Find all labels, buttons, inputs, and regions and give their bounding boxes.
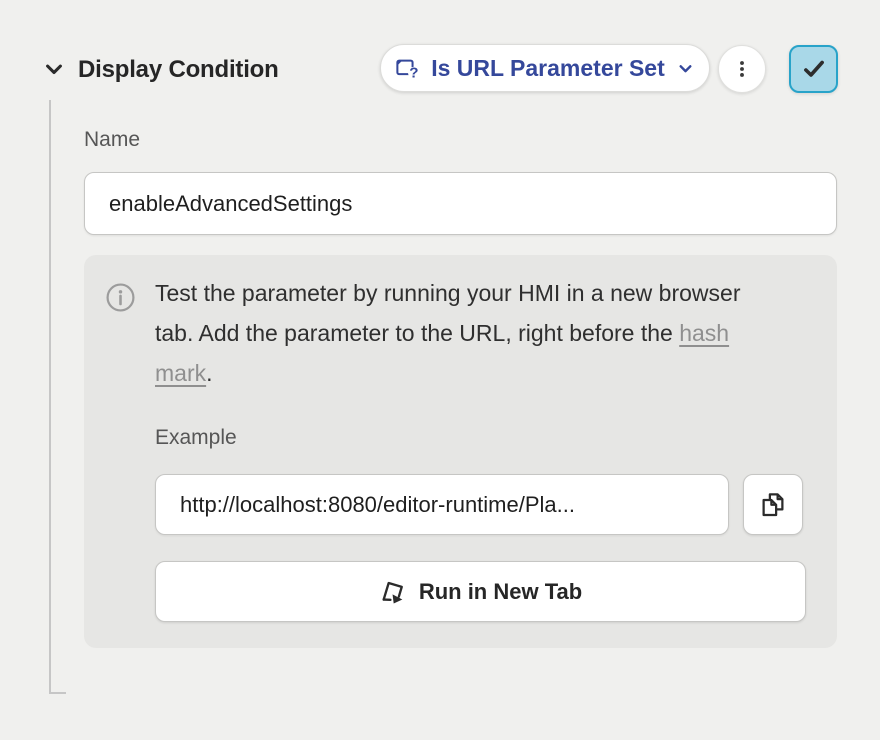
condition-type-label: Is URL Parameter Set xyxy=(431,55,665,82)
kebab-menu-icon xyxy=(731,58,753,80)
run-button-label: Run in New Tab xyxy=(419,579,582,605)
svg-text:?: ? xyxy=(410,64,419,81)
chevron-down-icon xyxy=(675,58,696,79)
info-icon xyxy=(105,282,136,313)
condition-type-dropdown[interactable]: ? Is URL Parameter Set xyxy=(380,44,710,92)
run-icon xyxy=(379,578,407,606)
info-text: Test the parameter by running your HMI i… xyxy=(155,273,771,393)
example-url-input[interactable] xyxy=(155,474,729,535)
example-label: Example xyxy=(155,425,237,451)
checkmark-icon xyxy=(799,54,829,84)
url-parameter-icon: ? xyxy=(394,55,421,82)
copy-icon xyxy=(758,490,788,520)
run-in-new-tab-button[interactable]: Run in New Tab xyxy=(155,561,806,622)
tree-connector-line xyxy=(49,100,66,694)
more-options-button[interactable] xyxy=(718,45,766,93)
info-box: Test the parameter by running your HMI i… xyxy=(84,255,837,648)
panel-title: Display Condition xyxy=(78,53,279,87)
collapse-section-button[interactable] xyxy=(38,54,70,86)
name-field-label: Name xyxy=(84,127,140,153)
copy-url-button[interactable] xyxy=(743,474,803,535)
info-text-before: Test the parameter by running your HMI i… xyxy=(155,280,741,346)
chevron-down-icon xyxy=(40,55,68,86)
name-input[interactable] xyxy=(84,172,837,235)
info-text-after: . xyxy=(206,360,212,386)
condition-enabled-checkbox[interactable] xyxy=(789,45,838,93)
